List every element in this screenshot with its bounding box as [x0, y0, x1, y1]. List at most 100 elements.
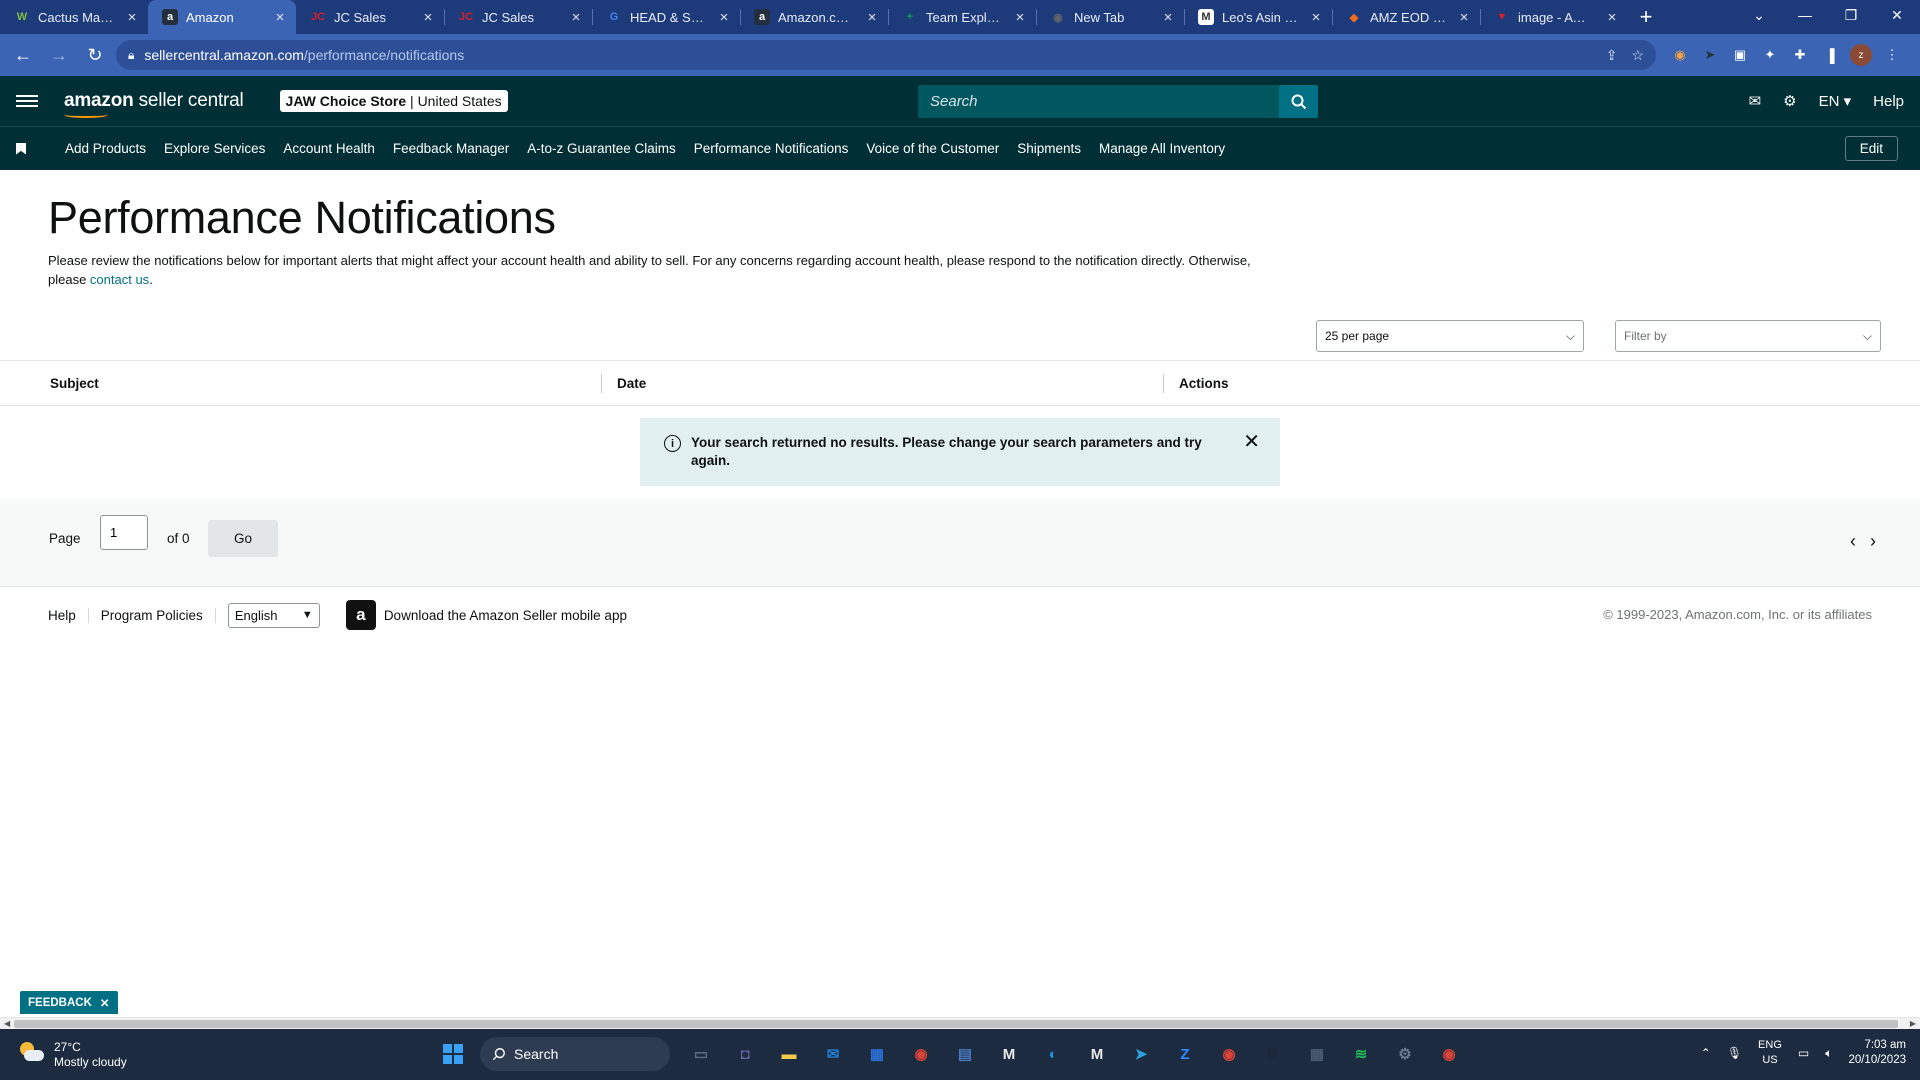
language-selector[interactable]: EN ▾ — [1819, 92, 1852, 110]
footer-language-select[interactable]: English ▼ — [227, 602, 320, 628]
input-language[interactable]: ENG US — [1758, 1038, 1782, 1068]
nav-item-account-health[interactable]: Account Health — [283, 141, 375, 156]
mail-icon[interactable]: ✉ — [1749, 92, 1762, 110]
close-tab-icon[interactable]: × — [716, 9, 732, 26]
chart-app[interactable]: M — [1080, 1037, 1114, 1071]
bookmark-star-icon[interactable]: ☆ — [1631, 47, 1644, 64]
filter-select[interactable]: Filter by ⌵ — [1615, 320, 1881, 352]
mobile-app-promo[interactable]: a Download the Amazon Seller mobile app — [345, 600, 627, 630]
close-tab-icon[interactable]: × — [420, 9, 436, 26]
browser-tab[interactable]: JC JC Sales × — [296, 0, 444, 34]
feedback-button[interactable]: FEEDBACK ✕ — [20, 991, 118, 1014]
horizontal-scrollbar[interactable]: ◀ ▶ — [0, 1017, 1920, 1029]
browser-tab[interactable]: ▼ image - AWL L × — [1480, 0, 1628, 34]
close-alert-icon[interactable]: ✕ — [1243, 432, 1260, 452]
extension-arrow-icon[interactable]: ➤ — [1700, 45, 1720, 65]
close-tab-icon[interactable]: × — [1308, 9, 1324, 26]
taskbar-search[interactable]: Search — [480, 1037, 670, 1071]
spotify-app[interactable]: ≋ — [1344, 1037, 1378, 1071]
previous-page-icon[interactable]: ‹ — [1850, 531, 1856, 552]
extension-off-icon[interactable]: ▣ — [1730, 45, 1750, 65]
mobile-app-link[interactable]: Download the Amazon Seller mobile app — [384, 608, 627, 623]
menu-icon[interactable] — [16, 95, 38, 107]
profile-avatar[interactable]: z — [1850, 44, 1872, 66]
nav-item-performance-notifications[interactable]: Performance Notifications — [694, 141, 849, 156]
zoom-app[interactable]: Z — [1168, 1037, 1202, 1071]
store-app[interactable]: ▦ — [860, 1037, 894, 1071]
browser-tab[interactable]: a Amazon.com : × — [740, 0, 888, 34]
browser-tab[interactable]: ◆ AMZ EOD Repo × — [1332, 0, 1480, 34]
printer-app[interactable]: ▤ — [948, 1037, 982, 1071]
start-button[interactable] — [436, 1037, 470, 1071]
nav-item-explore-services[interactable]: Explore Services — [164, 141, 265, 156]
column-subject[interactable]: Subject — [0, 361, 601, 406]
extension-orange-icon[interactable]: ◉ — [1670, 45, 1690, 65]
edit-nav-button[interactable]: Edit — [1844, 136, 1898, 161]
settings-gear-icon[interactable]: ⚙ — [1783, 92, 1796, 110]
browser-tab[interactable]: + Team Explode I × — [888, 0, 1036, 34]
volume-icon[interactable]: 🔈︎ — [1825, 1046, 1832, 1061]
close-window-button[interactable]: ✕ — [1874, 0, 1920, 34]
next-page-icon[interactable]: › — [1870, 531, 1876, 552]
bookmark-icon[interactable] — [16, 142, 26, 155]
nav-item-a-to-z-guarantee-claims[interactable]: A-to-z Guarantee Claims — [527, 141, 676, 156]
close-tab-icon[interactable]: × — [864, 9, 880, 26]
browser-tab[interactable]: JC JC Sales × — [444, 0, 592, 34]
microphone-icon[interactable]: 🎙︎ — [1727, 1046, 1742, 1060]
back-button[interactable]: ← — [8, 40, 38, 70]
per-page-select[interactable]: 25 per page ⌵ — [1316, 320, 1584, 352]
weather-widget[interactable]: 27°C Mostly cloudy — [18, 1040, 127, 1070]
store-selector[interactable]: JAW Choice Store | United States — [279, 90, 508, 112]
help-link[interactable]: Help — [1873, 93, 1904, 110]
close-tab-icon[interactable]: × — [272, 9, 288, 26]
chrome-profile-app[interactable]: ◉ — [1212, 1037, 1246, 1071]
sheets-app[interactable]: M — [992, 1037, 1026, 1071]
nav-item-manage-all-inventory[interactable]: Manage All Inventory — [1099, 141, 1225, 156]
taskview-app[interactable]: ▭ — [684, 1037, 718, 1071]
share-icon[interactable]: ⇪ — [1606, 47, 1618, 64]
column-date[interactable]: Date — [601, 361, 1163, 406]
side-panel-icon[interactable]: ▐ — [1820, 45, 1840, 65]
new-tab-button[interactable]: + — [1628, 0, 1664, 34]
footer-help-link[interactable]: Help — [48, 607, 89, 623]
search-input[interactable] — [918, 85, 1279, 118]
nav-item-shipments[interactable]: Shipments — [1017, 141, 1081, 156]
tab-search-icon[interactable]: ⌄ — [1736, 0, 1782, 34]
close-feedback-icon[interactable]: ✕ — [100, 996, 110, 1010]
nav-item-add-products[interactable]: Add Products — [65, 141, 146, 156]
page-number-input[interactable] — [100, 515, 148, 550]
close-tab-icon[interactable]: × — [1160, 9, 1176, 26]
close-tab-icon[interactable]: × — [568, 9, 584, 26]
extensions-puzzle-icon[interactable]: ✚ — [1790, 45, 1810, 65]
minimize-button[interactable]: — — [1782, 0, 1828, 34]
teams-app[interactable]: ◘ — [728, 1037, 762, 1071]
network-icon[interactable]: ▭ — [1798, 1046, 1809, 1060]
search-button[interactable] — [1279, 85, 1318, 118]
nav-item-voice-of-the-customer[interactable]: Voice of the Customer — [866, 141, 999, 156]
restore-button[interactable]: ❐ — [1828, 0, 1874, 34]
close-tab-icon[interactable]: × — [124, 9, 140, 26]
chrome-app[interactable]: ◉ — [904, 1037, 938, 1071]
chrome-canary-app[interactable]: ◉ — [1432, 1037, 1466, 1071]
contact-us-link[interactable]: contact us — [90, 272, 149, 287]
forward-button[interactable]: → — [44, 40, 74, 70]
extension-sparkle-icon[interactable]: ✦ — [1760, 45, 1780, 65]
seller-central-logo[interactable]: amazon seller central — [64, 90, 244, 118]
calculator-app[interactable]: ▦ — [1300, 1037, 1334, 1071]
browser-tab[interactable]: ◉ New Tab × — [1036, 0, 1184, 34]
browser-tab[interactable]: a Amazon × — [148, 0, 296, 34]
close-tab-icon[interactable]: × — [1604, 9, 1620, 26]
site-info-icon[interactable]: 🔒︎ — [128, 48, 134, 63]
chevron-up-icon[interactable]: ⌃ — [1701, 1046, 1711, 1060]
close-tab-icon[interactable]: × — [1456, 9, 1472, 26]
program-policies-link[interactable]: Program Policies — [89, 607, 216, 623]
reload-button[interactable]: ↻ — [80, 40, 110, 70]
nav-item-feedback-manager[interactable]: Feedback Manager — [393, 141, 509, 156]
steam-app[interactable]: ⚙ — [1256, 1037, 1290, 1071]
clock[interactable]: 7:03 am 20/10/2023 — [1848, 1038, 1906, 1068]
close-tab-icon[interactable]: × — [1012, 9, 1028, 26]
edge-app[interactable]: ◐ — [1036, 1037, 1070, 1071]
browser-tab[interactable]: M Leo's Asin Subr × — [1184, 0, 1332, 34]
browser-tab[interactable]: G HEAD & SHOU × — [592, 0, 740, 34]
chrome-menu-icon[interactable]: ⋮ — [1882, 45, 1902, 65]
